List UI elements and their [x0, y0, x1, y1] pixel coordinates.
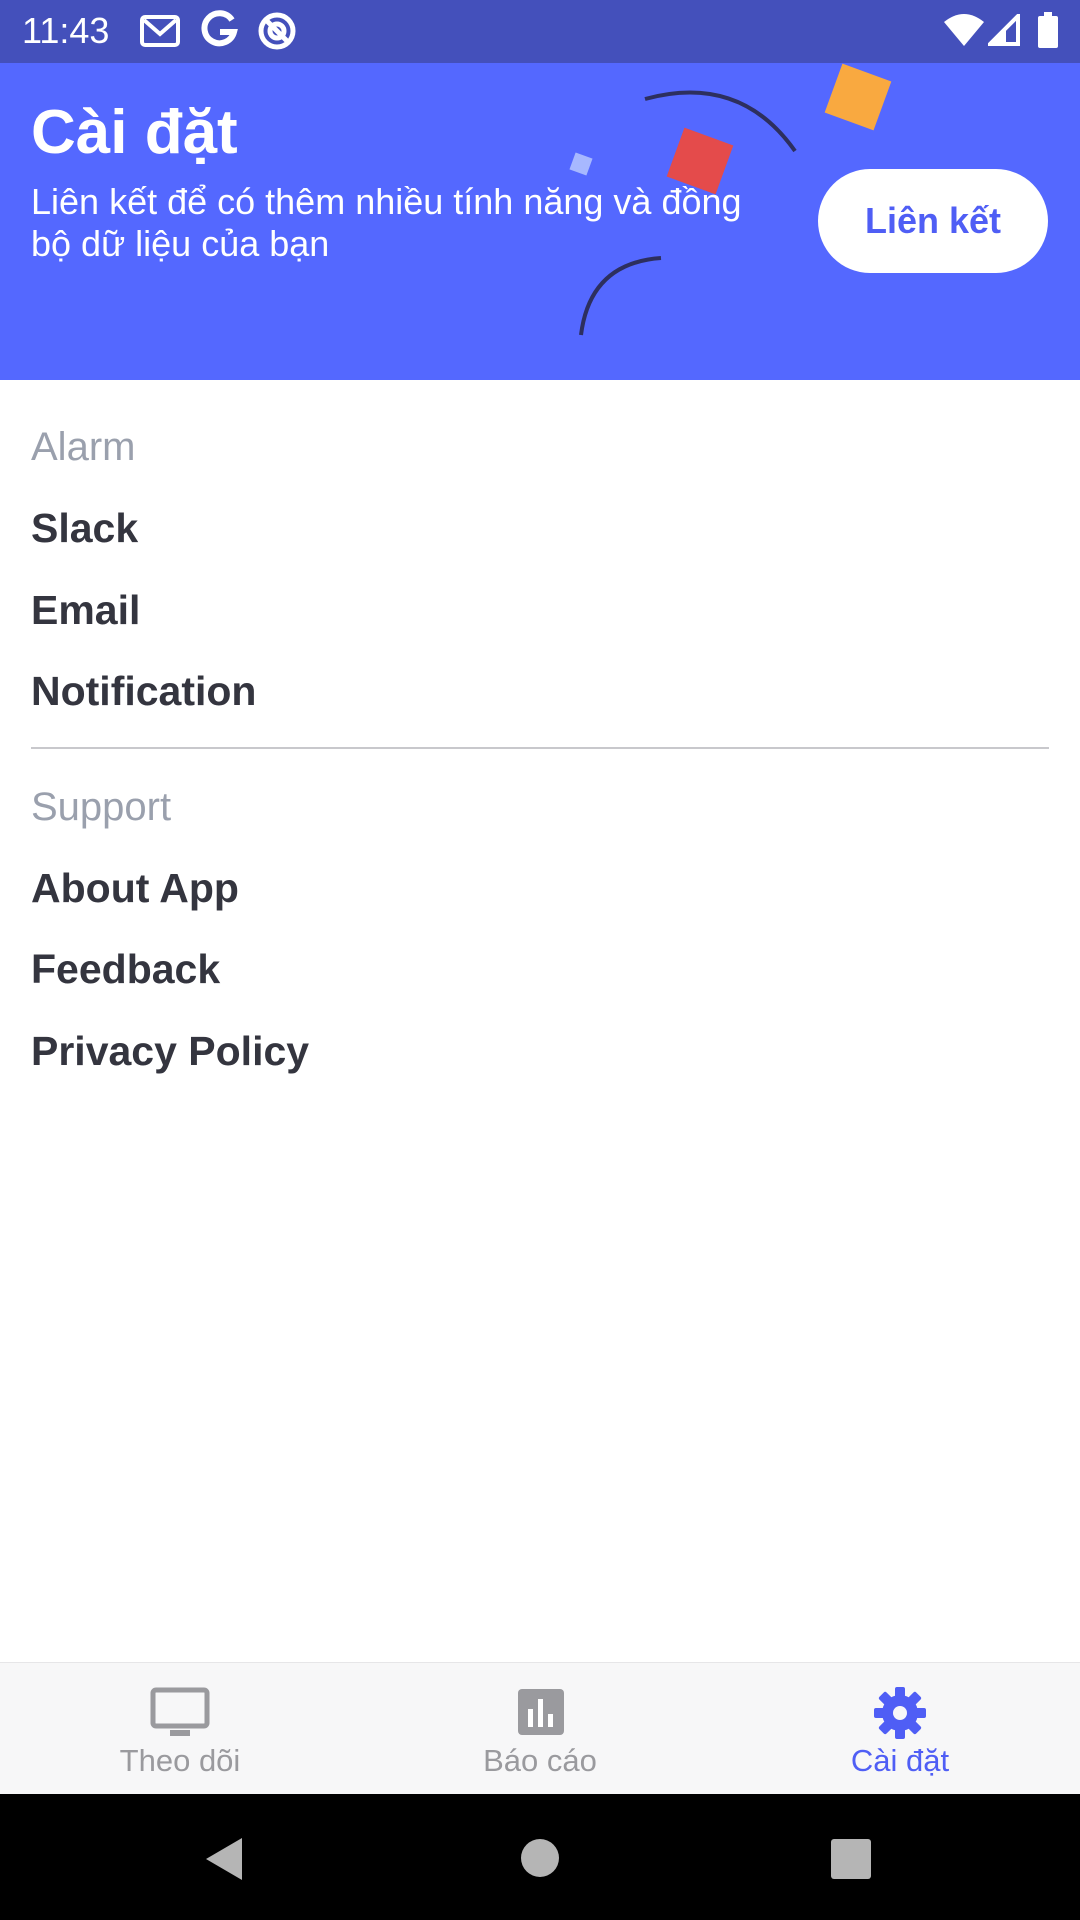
- gmail-icon: [140, 12, 180, 55]
- menu-item-privacy-policy[interactable]: Privacy Policy: [31, 1026, 309, 1076]
- tab-label: Theo dõi: [119, 1743, 241, 1778]
- menu-item-slack[interactable]: Slack: [31, 503, 138, 553]
- home-icon[interactable]: [520, 1838, 560, 1883]
- section-header-support: Support: [31, 785, 172, 829]
- battery-icon: [1038, 12, 1058, 53]
- tab-bao-cao[interactable]: Báo cáo: [360, 1663, 720, 1795]
- vpn-icon: [256, 10, 298, 57]
- status-time: 11:43: [22, 10, 110, 51]
- back-icon[interactable]: [200, 1834, 250, 1889]
- recents-icon[interactable]: [830, 1838, 872, 1885]
- settings-banner: Cài đặt Liên kết để có thêm nhiều tính n…: [0, 63, 1080, 380]
- menu-item-notification[interactable]: Notification: [31, 666, 256, 716]
- google-icon: [200, 10, 238, 55]
- link-account-button[interactable]: Liên kết: [818, 169, 1048, 273]
- banner-subtitle: Liên kết để có thêm nhiều tính năng và đ…: [31, 181, 742, 264]
- tab-cai-dat[interactable]: Cài đặt: [720, 1663, 1080, 1795]
- section-header-alarm: Alarm: [31, 425, 136, 469]
- wifi-icon: [944, 14, 984, 51]
- tab-label: Báo cáo: [483, 1743, 597, 1778]
- menu-item-about-app[interactable]: About App: [31, 863, 239, 913]
- bar-chart-icon: [510, 1687, 570, 1739]
- section-divider: [31, 747, 1049, 749]
- tab-label: Cài đặt: [850, 1743, 950, 1778]
- bottom-navigation: Theo dõi Báo cáo Cài đặt: [0, 1662, 1080, 1794]
- gear-icon: [870, 1687, 930, 1739]
- page-title: Cài đặt: [31, 98, 238, 167]
- signal-icon: [985, 11, 1020, 51]
- system-navigation-bar: [0, 1794, 1080, 1920]
- monitor-icon: [150, 1687, 210, 1739]
- tab-theo-doi[interactable]: Theo dõi: [0, 1663, 360, 1795]
- status-bar: 11:43: [0, 0, 1080, 63]
- menu-item-email[interactable]: Email: [31, 585, 140, 635]
- menu-item-feedback[interactable]: Feedback: [31, 944, 220, 994]
